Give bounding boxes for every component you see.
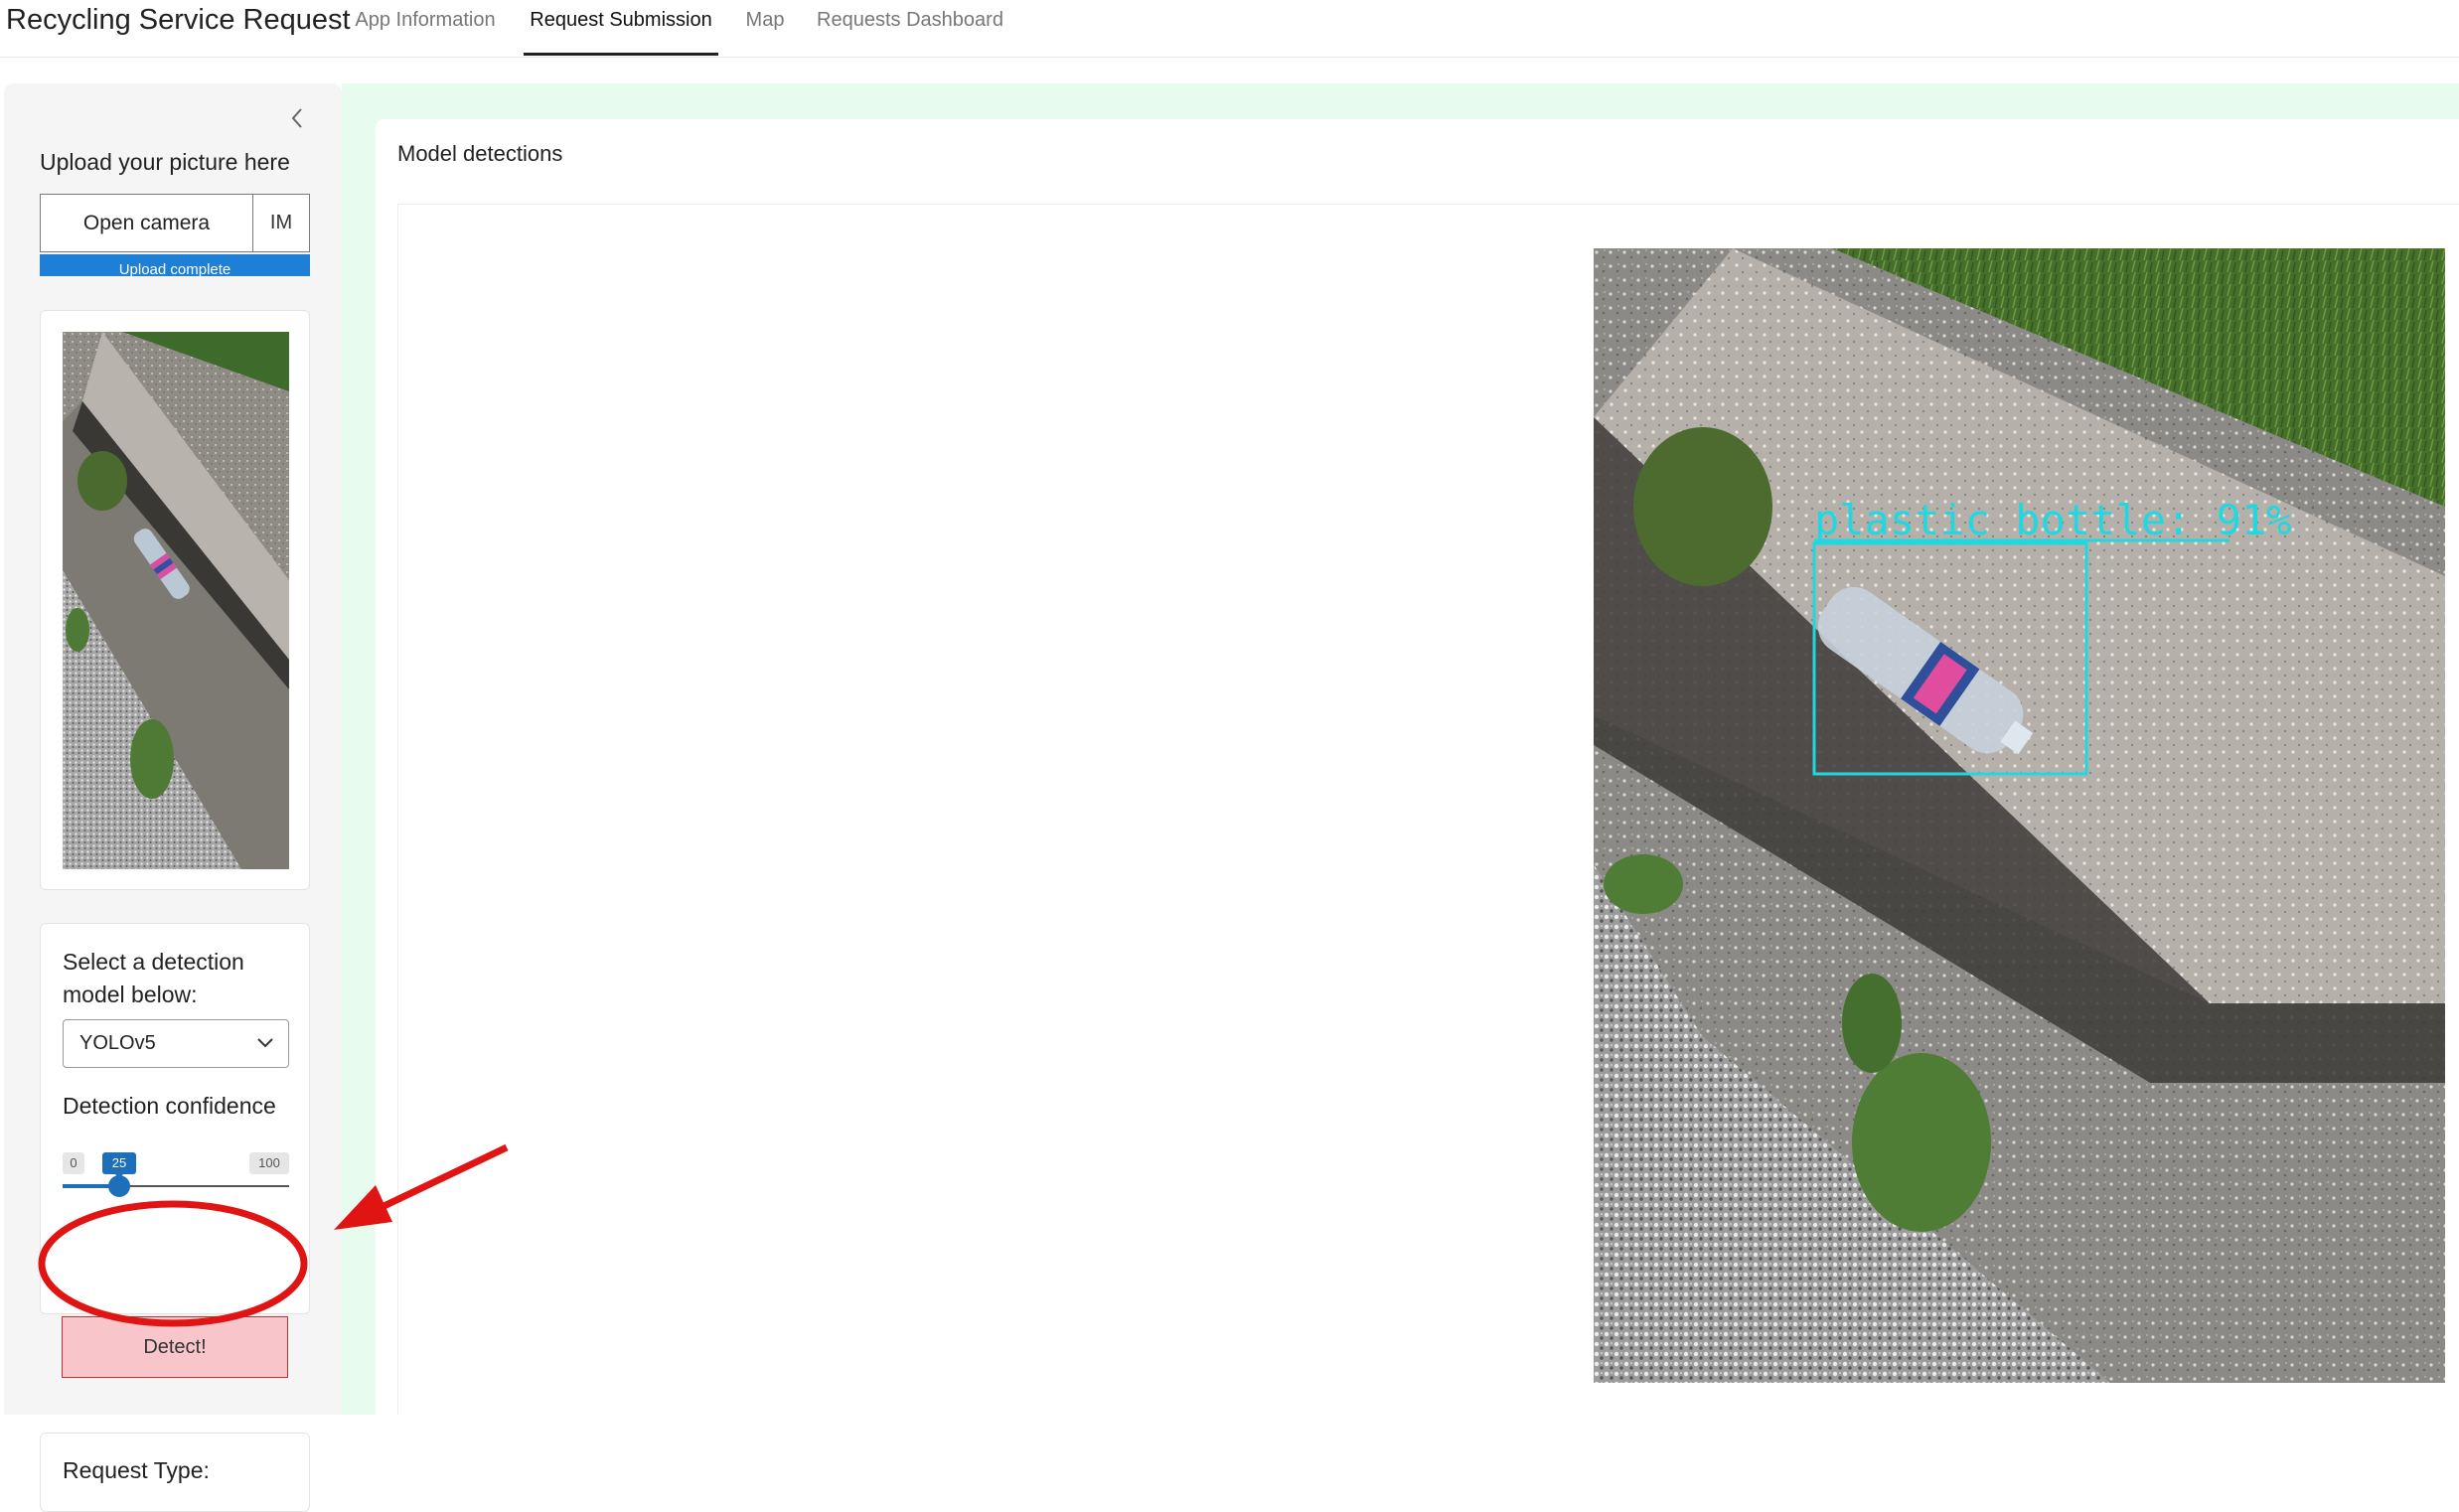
detection-controls-card: Select a detection model below: YOLOv5 D… — [40, 923, 310, 1314]
sidebar: Upload your picture here Open camera IM … — [4, 83, 342, 1512]
tab-requests-dashboard[interactable]: Requests Dashboard — [813, 0, 1007, 56]
detection-result-image: plastic_bottle: 91% — [1594, 248, 2445, 1383]
model-detections-title: Model detections — [397, 141, 563, 166]
upload-heading: Upload your picture here — [40, 149, 290, 175]
model-detections-card: Model detections plastic_bottle: 91% — [376, 119, 2459, 1415]
tab-app-information[interactable]: App Information — [350, 0, 501, 56]
upload-progress-bar: Upload complete — [40, 254, 310, 276]
tab-map[interactable]: Map — [741, 0, 789, 56]
model-select-label: Select a detection model below: — [63, 949, 244, 1007]
top-navbar: Recycling Service Request App Informatio… — [0, 0, 2459, 58]
confidence-slider-handle[interactable] — [108, 1175, 130, 1197]
upload-status-text: Upload complete — [118, 261, 231, 276]
slider-value-label: 25 — [102, 1152, 136, 1178]
request-type-label: Request Type: — [63, 1457, 210, 1483]
confidence-label: Detection confidence — [63, 1093, 276, 1119]
filename-field[interactable]: IM — [253, 195, 309, 251]
model-select[interactable]: YOLOv5 — [63, 1019, 289, 1068]
chevron-left-icon[interactable] — [287, 103, 309, 133]
detection-label: plastic_bottle: 91% — [1814, 496, 2291, 544]
model-select-value: YOLOv5 — [79, 1032, 156, 1054]
uploaded-image-preview — [63, 332, 289, 869]
app-title: Recycling Service Request — [6, 4, 351, 36]
chevron-down-icon — [257, 1038, 273, 1048]
open-camera-button[interactable]: Open camera — [41, 195, 253, 251]
slider-min-label: 0 — [63, 1152, 84, 1174]
slider-max-label: 100 — [249, 1152, 289, 1174]
tab-request-submission[interactable]: Request Submission — [524, 0, 718, 56]
image-preview-card — [40, 310, 310, 890]
detect-button[interactable]: Detect! — [62, 1316, 288, 1378]
request-type-card: Request Type: — [40, 1433, 310, 1512]
file-input[interactable]: Open camera IM — [40, 194, 310, 252]
